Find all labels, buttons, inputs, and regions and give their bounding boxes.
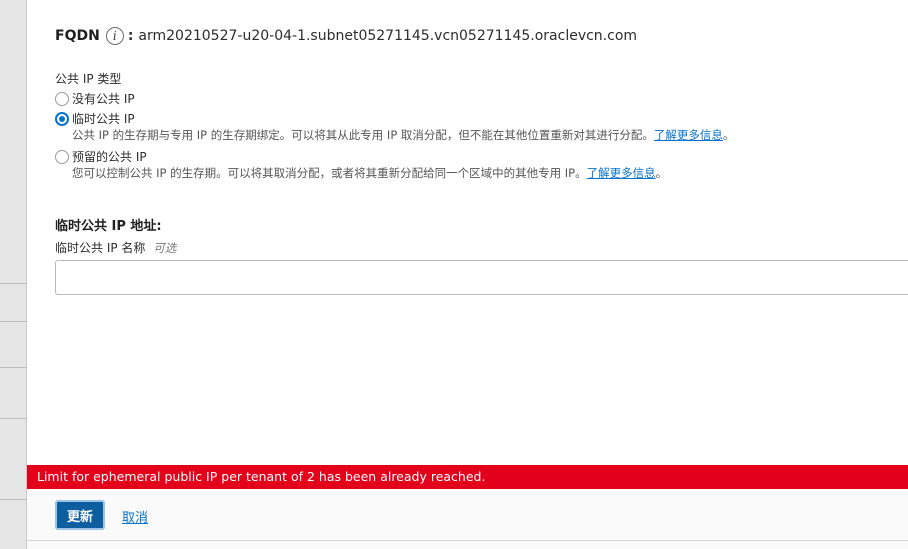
radio-option-reserved-public-ip[interactable]: 预留的公共 IP 您可以控制公共 IP 的生存期。可以将其取消分配，或者将其重新… [55,149,667,181]
footer-divider [27,540,908,541]
fqdn-label: FQDN [55,28,100,44]
info-icon[interactable]: i [105,27,124,45]
footer-bar: 更新 取消 [27,489,908,549]
edit-vnic-panel: FQDN i : arm20210527-u20-04-1.subnet0527… [27,0,908,549]
left-rail [0,0,27,549]
ephemeral-ip-name-label: 临时公共 IP 名称 可选 [55,239,176,256]
rail-divider [0,283,27,284]
fqdn-colon: : [127,28,134,44]
radio-label: 预留的公共 IP [72,150,147,164]
radio-description: 公共 IP 的生存期与专用 IP 的生存期绑定。可以将其从此专用 IP 取消分配… [72,127,734,143]
ephemeral-ip-name-input[interactable] [55,260,908,295]
rail-divider [0,418,27,419]
radio-option-ephemeral-public-ip[interactable]: 临时公共 IP 公共 IP 的生存期与专用 IP 的生存期绑定。可以将其从此专用… [55,111,734,143]
radio-label: 没有公共 IP [72,92,135,106]
radio-button[interactable] [55,150,69,164]
error-banner: Limit for ephemeral public IP per tenant… [27,465,908,489]
field-label-text: 临时公共 IP 名称 [55,241,146,255]
radio-option-no-public-ip[interactable]: 没有公共 IP [55,91,135,107]
radio-label: 临时公共 IP [72,112,135,126]
cancel-link[interactable]: 取消 [122,507,148,526]
radio-description-text: 您可以控制公共 IP 的生存期。可以将其取消分配，或者将其重新分配给同一个区域中… [72,166,587,180]
fqdn-row: FQDN i : arm20210527-u20-04-1.subnet0527… [55,27,637,45]
optional-tag: 可选 [153,241,177,255]
public-ip-type-label: 公共 IP 类型 [55,72,122,86]
radio-description-text: 公共 IP 的生存期与专用 IP 的生存期绑定。可以将其从此专用 IP 取消分配… [72,128,654,142]
rail-divider [0,367,27,368]
rail-divider [0,321,27,322]
update-button[interactable]: 更新 [55,500,105,530]
sentence-end: 。 [722,128,735,142]
learn-more-link[interactable]: 了解更多信息 [654,128,723,142]
ephemeral-address-heading: 临时公共 IP 地址: [55,219,162,234]
sentence-end: 。 [655,166,668,180]
learn-more-link[interactable]: 了解更多信息 [587,166,656,180]
radio-button-selected[interactable] [55,112,69,126]
radio-button[interactable] [55,92,69,106]
fqdn-value: arm20210527-u20-04-1.subnet05271145.vcn0… [138,28,638,44]
radio-description: 您可以控制公共 IP 的生存期。可以将其取消分配，或者将其重新分配给同一个区域中… [72,165,667,181]
rail-divider [0,499,27,500]
